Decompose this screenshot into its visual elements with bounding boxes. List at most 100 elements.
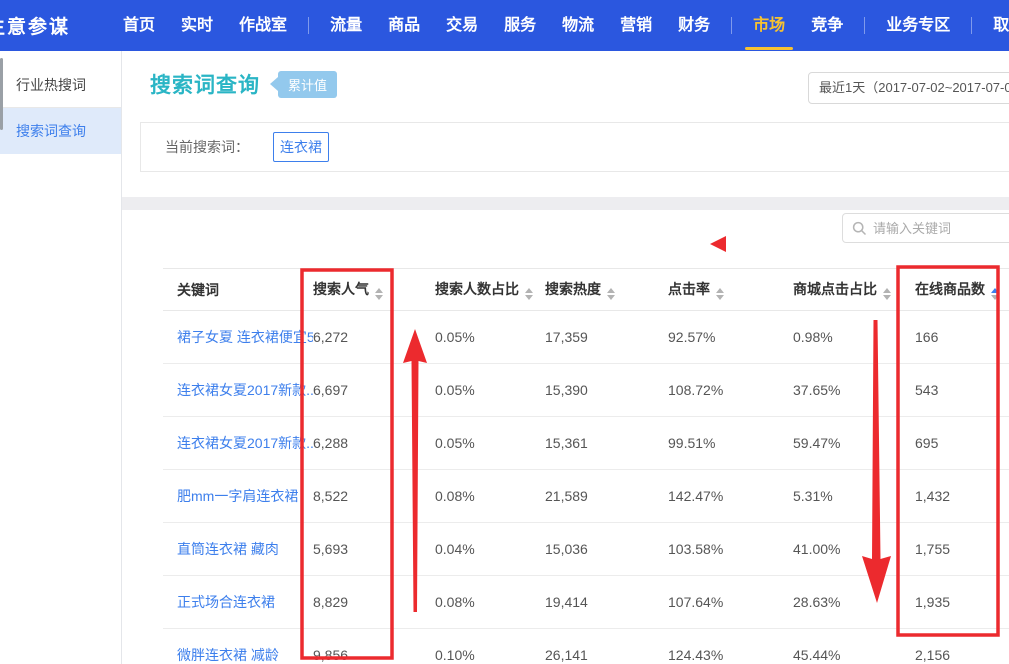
cell-search-popularity: 6,288 [313, 417, 435, 470]
keyword-link[interactable]: 裙子女夏 连衣裙便宜5... [163, 311, 313, 364]
sort-caret-icon [716, 288, 724, 300]
keyword-link[interactable]: 直筒连衣裙 藏肉 [163, 523, 313, 576]
section-divider [122, 197, 1009, 210]
badge-label: 累计值 [278, 71, 337, 98]
cell-search-popularity: 5,693 [313, 523, 435, 576]
cell-search-popularity: 9,856 [313, 629, 435, 664]
table-row: 连衣裙女夏2017新款...6,2880.05%15,36199.51%59.4… [163, 417, 1009, 470]
cell-online-products: 1,755 [915, 523, 1009, 576]
keyword-search-input[interactable] [873, 214, 1009, 242]
keyword-table: 关键词 搜索人气 搜索人数占比 搜索热度 点击率 商城点击占比在线商品数 裙子女夏 连衣裙… [163, 268, 1009, 664]
sidebar-item-industry-hot-words[interactable]: 行业热搜词 [0, 62, 121, 108]
column-header-online-products[interactable]: 在线商品数 [915, 269, 1009, 311]
column-label: 在线商品数 [915, 281, 985, 297]
table-header-row: 关键词 搜索人气 搜索人数占比 搜索热度 点击率 商城点击占比在线商品数 [163, 269, 1009, 311]
cell-search-popularity: 8,829 [313, 576, 435, 629]
cell-searcher-ratio: 0.05% [435, 417, 545, 470]
app-window: 生意参谋 首页实时作战室流量商品交易服务物流营销财务市场竞争业务专区取数 行业热… [0, 0, 1009, 664]
nav-item-product[interactable]: 商品 [388, 0, 420, 51]
sort-caret-icon [375, 288, 383, 300]
cell-ctr: 99.51% [668, 417, 793, 470]
brand-logo[interactable]: 生意参谋 [0, 12, 70, 39]
table-row: 连衣裙女夏2017新款...6,6970.05%15,390108.72%37.… [163, 364, 1009, 417]
nav-item-data-extract[interactable]: 取数 [993, 0, 1009, 51]
nav-item-home[interactable]: 首页 [123, 0, 155, 51]
column-label: 搜索人数占比 [435, 281, 519, 297]
current-keyword-label: 当前搜索词： [165, 123, 249, 171]
cell-searcher-ratio: 0.08% [435, 470, 545, 523]
table-row: 微胖连衣裙 减龄9,8560.10%26,141124.43%45.44%2,1… [163, 629, 1009, 664]
cell-ctr: 103.58% [668, 523, 793, 576]
cell-search-heat: 15,361 [545, 417, 668, 470]
sidebar: 行业热搜词搜索词查询 [0, 51, 122, 664]
sort-caret-icon [525, 288, 533, 300]
cell-searcher-ratio: 0.04% [435, 523, 545, 576]
nav-item-biz-zone[interactable]: 业务专区 [886, 0, 950, 51]
cell-online-products: 166 [915, 311, 1009, 364]
cell-mall-click-ratio: 0.98% [793, 311, 915, 364]
nav-divider [308, 17, 309, 34]
cell-search-heat: 19,414 [545, 576, 668, 629]
table-row: 裙子女夏 连衣裙便宜5...6,2720.05%17,35992.57%0.98… [163, 311, 1009, 364]
table-row: 正式场合连衣裙8,8290.08%19,414107.64%28.63%1,93… [163, 576, 1009, 629]
sort-caret-icon [607, 288, 615, 300]
column-header-searcher-ratio[interactable]: 搜索人数占比 [435, 269, 545, 311]
keyword-table-card: 关键词 搜索人气 搜索人数占比 搜索热度 点击率 商城点击占比在线商品数 裙子女夏 连衣裙… [122, 210, 1009, 664]
cell-mall-click-ratio: 28.63% [793, 576, 915, 629]
cell-online-products: 2,156 [915, 629, 1009, 664]
cell-searcher-ratio: 0.10% [435, 629, 545, 664]
nav-item-service[interactable]: 服务 [504, 0, 536, 51]
keyword-link[interactable]: 正式场合连衣裙 [163, 576, 313, 629]
cell-search-heat: 17,359 [545, 311, 668, 364]
column-header-search-heat[interactable]: 搜索热度 [545, 269, 668, 311]
cell-searcher-ratio: 0.08% [435, 576, 545, 629]
sidebar-scrollbar[interactable] [0, 58, 3, 130]
page-header: 搜索词查询 累计值 最近1天（2017-07-02~2017-07-02 当前搜… [122, 51, 1009, 197]
column-header-search-popularity[interactable]: 搜索人气 [313, 269, 435, 311]
column-header-mall-click-ratio[interactable]: 商城点击占比 [793, 269, 915, 311]
column-header-keyword: 关键词 [163, 269, 313, 311]
nav-divider [731, 17, 732, 34]
keyword-link[interactable]: 连衣裙女夏2017新款... [163, 364, 313, 417]
column-header-ctr[interactable]: 点击率 [668, 269, 793, 311]
cell-mall-click-ratio: 37.65% [793, 364, 915, 417]
cell-online-products: 1,935 [915, 576, 1009, 629]
column-label: 搜索人气 [313, 281, 369, 297]
cell-online-products: 1,432 [915, 470, 1009, 523]
cell-search-popularity: 6,697 [313, 364, 435, 417]
nav-item-realtime[interactable]: 实时 [181, 0, 213, 51]
badge-arrow-icon [270, 77, 278, 91]
keyword-link[interactable]: 微胖连衣裙 减龄 [163, 629, 313, 664]
column-label: 关键词 [177, 282, 219, 298]
keyword-link[interactable]: 连衣裙女夏2017新款... [163, 417, 313, 470]
nav-item-traffic[interactable]: 流量 [330, 0, 362, 51]
sort-caret-icon [883, 288, 891, 300]
table-row: 直筒连衣裙 藏肉5,6930.04%15,036103.58%41.00%1,7… [163, 523, 1009, 576]
nav-item-market[interactable]: 市场 [753, 0, 785, 51]
nav-item-finance[interactable]: 财务 [678, 0, 710, 51]
cell-mall-click-ratio: 41.00% [793, 523, 915, 576]
column-label: 搜索热度 [545, 281, 601, 297]
cell-searcher-ratio: 0.05% [435, 364, 545, 417]
cell-search-heat: 15,390 [545, 364, 668, 417]
nav-item-marketing[interactable]: 营销 [620, 0, 652, 51]
cell-ctr: 124.43% [668, 629, 793, 664]
cell-ctr: 142.47% [668, 470, 793, 523]
nav-divider [971, 17, 972, 34]
nav-item-logistics[interactable]: 物流 [562, 0, 594, 51]
date-range-picker[interactable]: 最近1天（2017-07-02~2017-07-02 [808, 72, 1009, 104]
table-row: 肥mm一字肩连衣裙8,5220.08%21,589142.47%5.31%1,4… [163, 470, 1009, 523]
cell-mall-click-ratio: 5.31% [793, 470, 915, 523]
current-keyword-tag[interactable]: 连衣裙 [273, 132, 329, 162]
column-label: 点击率 [668, 281, 710, 297]
nav-item-trade[interactable]: 交易 [446, 0, 478, 51]
sidebar-item-search-word-query[interactable]: 搜索词查询 [0, 108, 121, 154]
cell-search-heat: 21,589 [545, 470, 668, 523]
cell-mall-click-ratio: 45.44% [793, 629, 915, 664]
nav-item-war-room[interactable]: 作战室 [239, 0, 287, 51]
nav-item-compete[interactable]: 竞争 [811, 0, 843, 51]
keyword-link[interactable]: 肥mm一字肩连衣裙 [163, 470, 313, 523]
cell-online-products: 695 [915, 417, 1009, 470]
cell-mall-click-ratio: 59.47% [793, 417, 915, 470]
sort-caret-icon [991, 288, 999, 300]
